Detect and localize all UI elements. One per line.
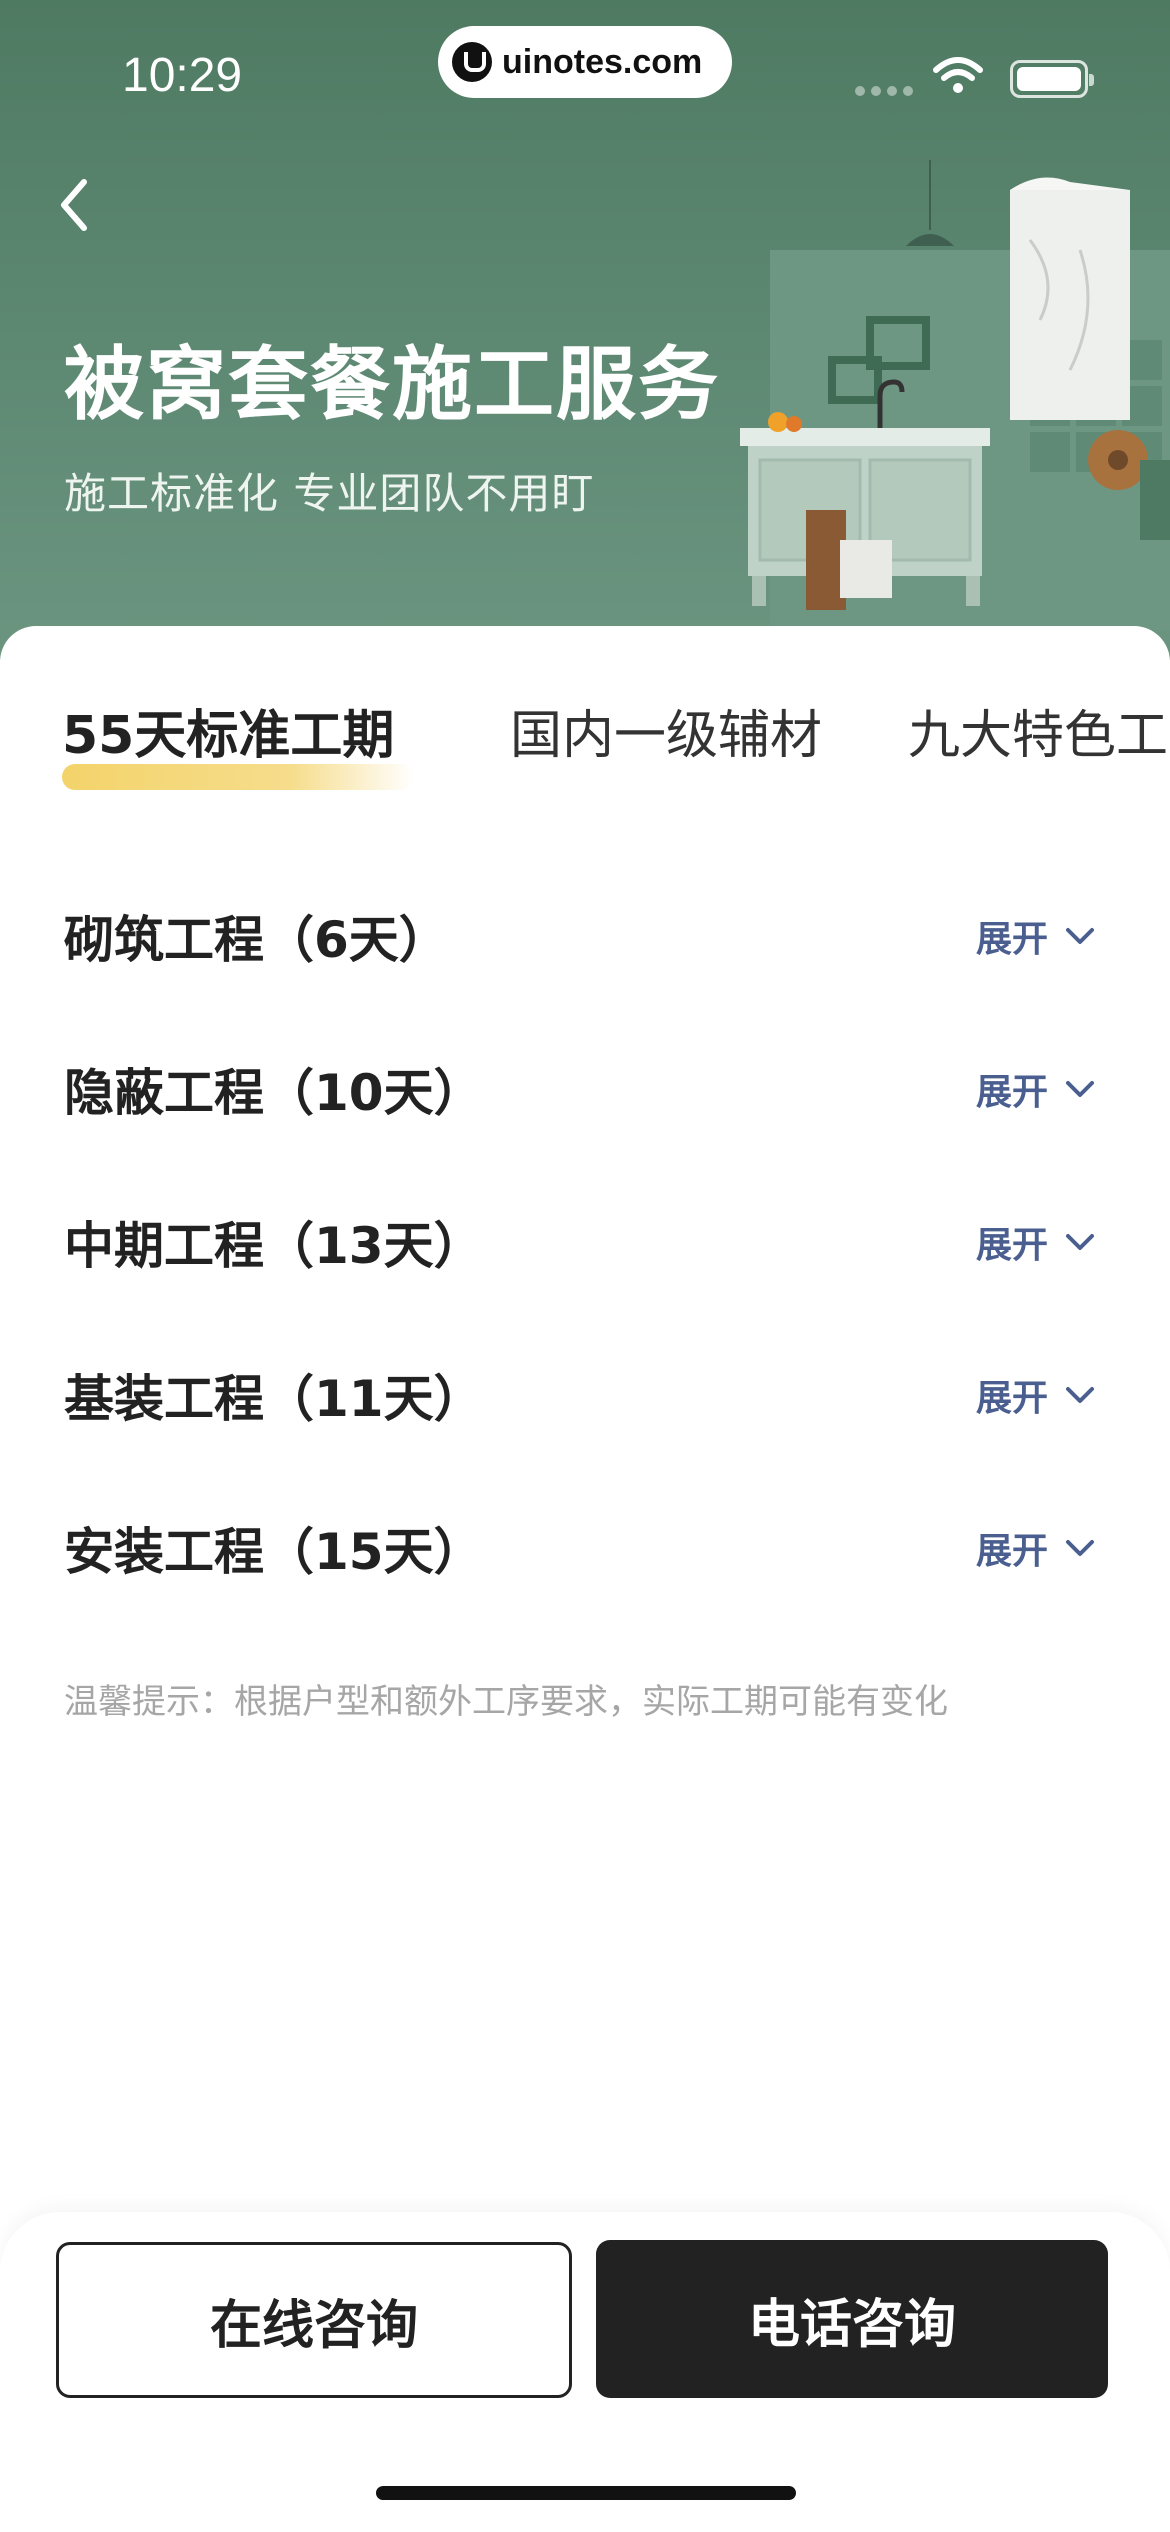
- chevron-down-icon: [1066, 1387, 1095, 1403]
- chevron-down-icon: [1066, 1234, 1095, 1250]
- status-time: 10:29: [122, 49, 243, 102]
- chevron-down-icon: [1066, 1540, 1095, 1556]
- wifi-icon: [933, 57, 983, 93]
- expand-label: 展开: [976, 1531, 1049, 1572]
- battery-icon: [1010, 60, 1094, 98]
- tab-craftsmanship[interactable]: 九大特色工艺: [908, 686, 1170, 786]
- home-indicator[interactable]: [376, 2486, 796, 2500]
- phone-consult-button[interactable]: 电话咨询: [596, 2240, 1108, 2398]
- expand-label: 展开: [976, 919, 1049, 960]
- expand-label: 展开: [976, 1072, 1049, 1113]
- stage-row[interactable]: 中期工程（13天） 展开: [0, 1180, 1170, 1300]
- online-consult-button[interactable]: 在线咨询: [56, 2242, 572, 2398]
- expand-button[interactable]: 展开: [976, 1522, 1100, 1574]
- expand-button[interactable]: 展开: [976, 910, 1100, 962]
- expand-button[interactable]: 展开: [976, 1216, 1100, 1268]
- expand-label: 展开: [976, 1378, 1049, 1419]
- expand-button[interactable]: 展开: [976, 1369, 1100, 1421]
- url-text: uinotes.com: [502, 42, 703, 81]
- schedule-tip: 温馨提示：根据户型和额外工序要求，实际工期可能有变化: [64, 1682, 948, 1722]
- page-subtitle: 施工标准化 专业团队不用盯: [64, 469, 595, 518]
- site-logo-icon: [452, 42, 492, 82]
- expand-label: 展开: [976, 1225, 1049, 1266]
- tab-standard-schedule[interactable]: 55天标准工期: [62, 686, 394, 786]
- expand-button[interactable]: 展开: [976, 1063, 1100, 1115]
- page-title: 被窝套餐施工服务: [64, 338, 720, 431]
- stage-row[interactable]: 隐蔽工程（10天） 展开: [0, 1027, 1170, 1147]
- stage-title: 隐蔽工程（10天）: [64, 1064, 484, 1122]
- hero-banner: 10:29 uinotes.com 被窝套餐施工服务 施工标准化 专业团队不用盯: [0, 0, 1170, 660]
- status-bar: 10:29 uinotes.com: [0, 0, 1170, 130]
- stage-row[interactable]: 砌筑工程（6天） 展开: [0, 874, 1170, 994]
- stage-row[interactable]: 基装工程（11天） 展开: [0, 1333, 1170, 1453]
- back-button[interactable]: [50, 170, 110, 240]
- chevron-down-icon: [1066, 928, 1095, 944]
- bottom-action-bar: 在线咨询 电话咨询: [0, 2212, 1170, 2532]
- stage-title: 砌筑工程（6天）: [64, 911, 449, 969]
- stage-title: 中期工程（13天）: [64, 1217, 484, 1275]
- tab-materials[interactable]: 国内一级辅材: [510, 686, 822, 786]
- stage-title: 安装工程（15天）: [64, 1523, 484, 1581]
- tab-bar: 55天标准工期 国内一级辅材 九大特色工艺: [0, 686, 1170, 806]
- cellular-signal-icon: [855, 86, 913, 96]
- url-pill[interactable]: uinotes.com: [438, 26, 732, 98]
- kitchen-illustration: [740, 160, 1170, 630]
- chevron-down-icon: [1066, 1081, 1095, 1097]
- stage-title: 基装工程（11天）: [64, 1370, 484, 1428]
- stage-row[interactable]: 安装工程（15天） 展开: [0, 1486, 1170, 1606]
